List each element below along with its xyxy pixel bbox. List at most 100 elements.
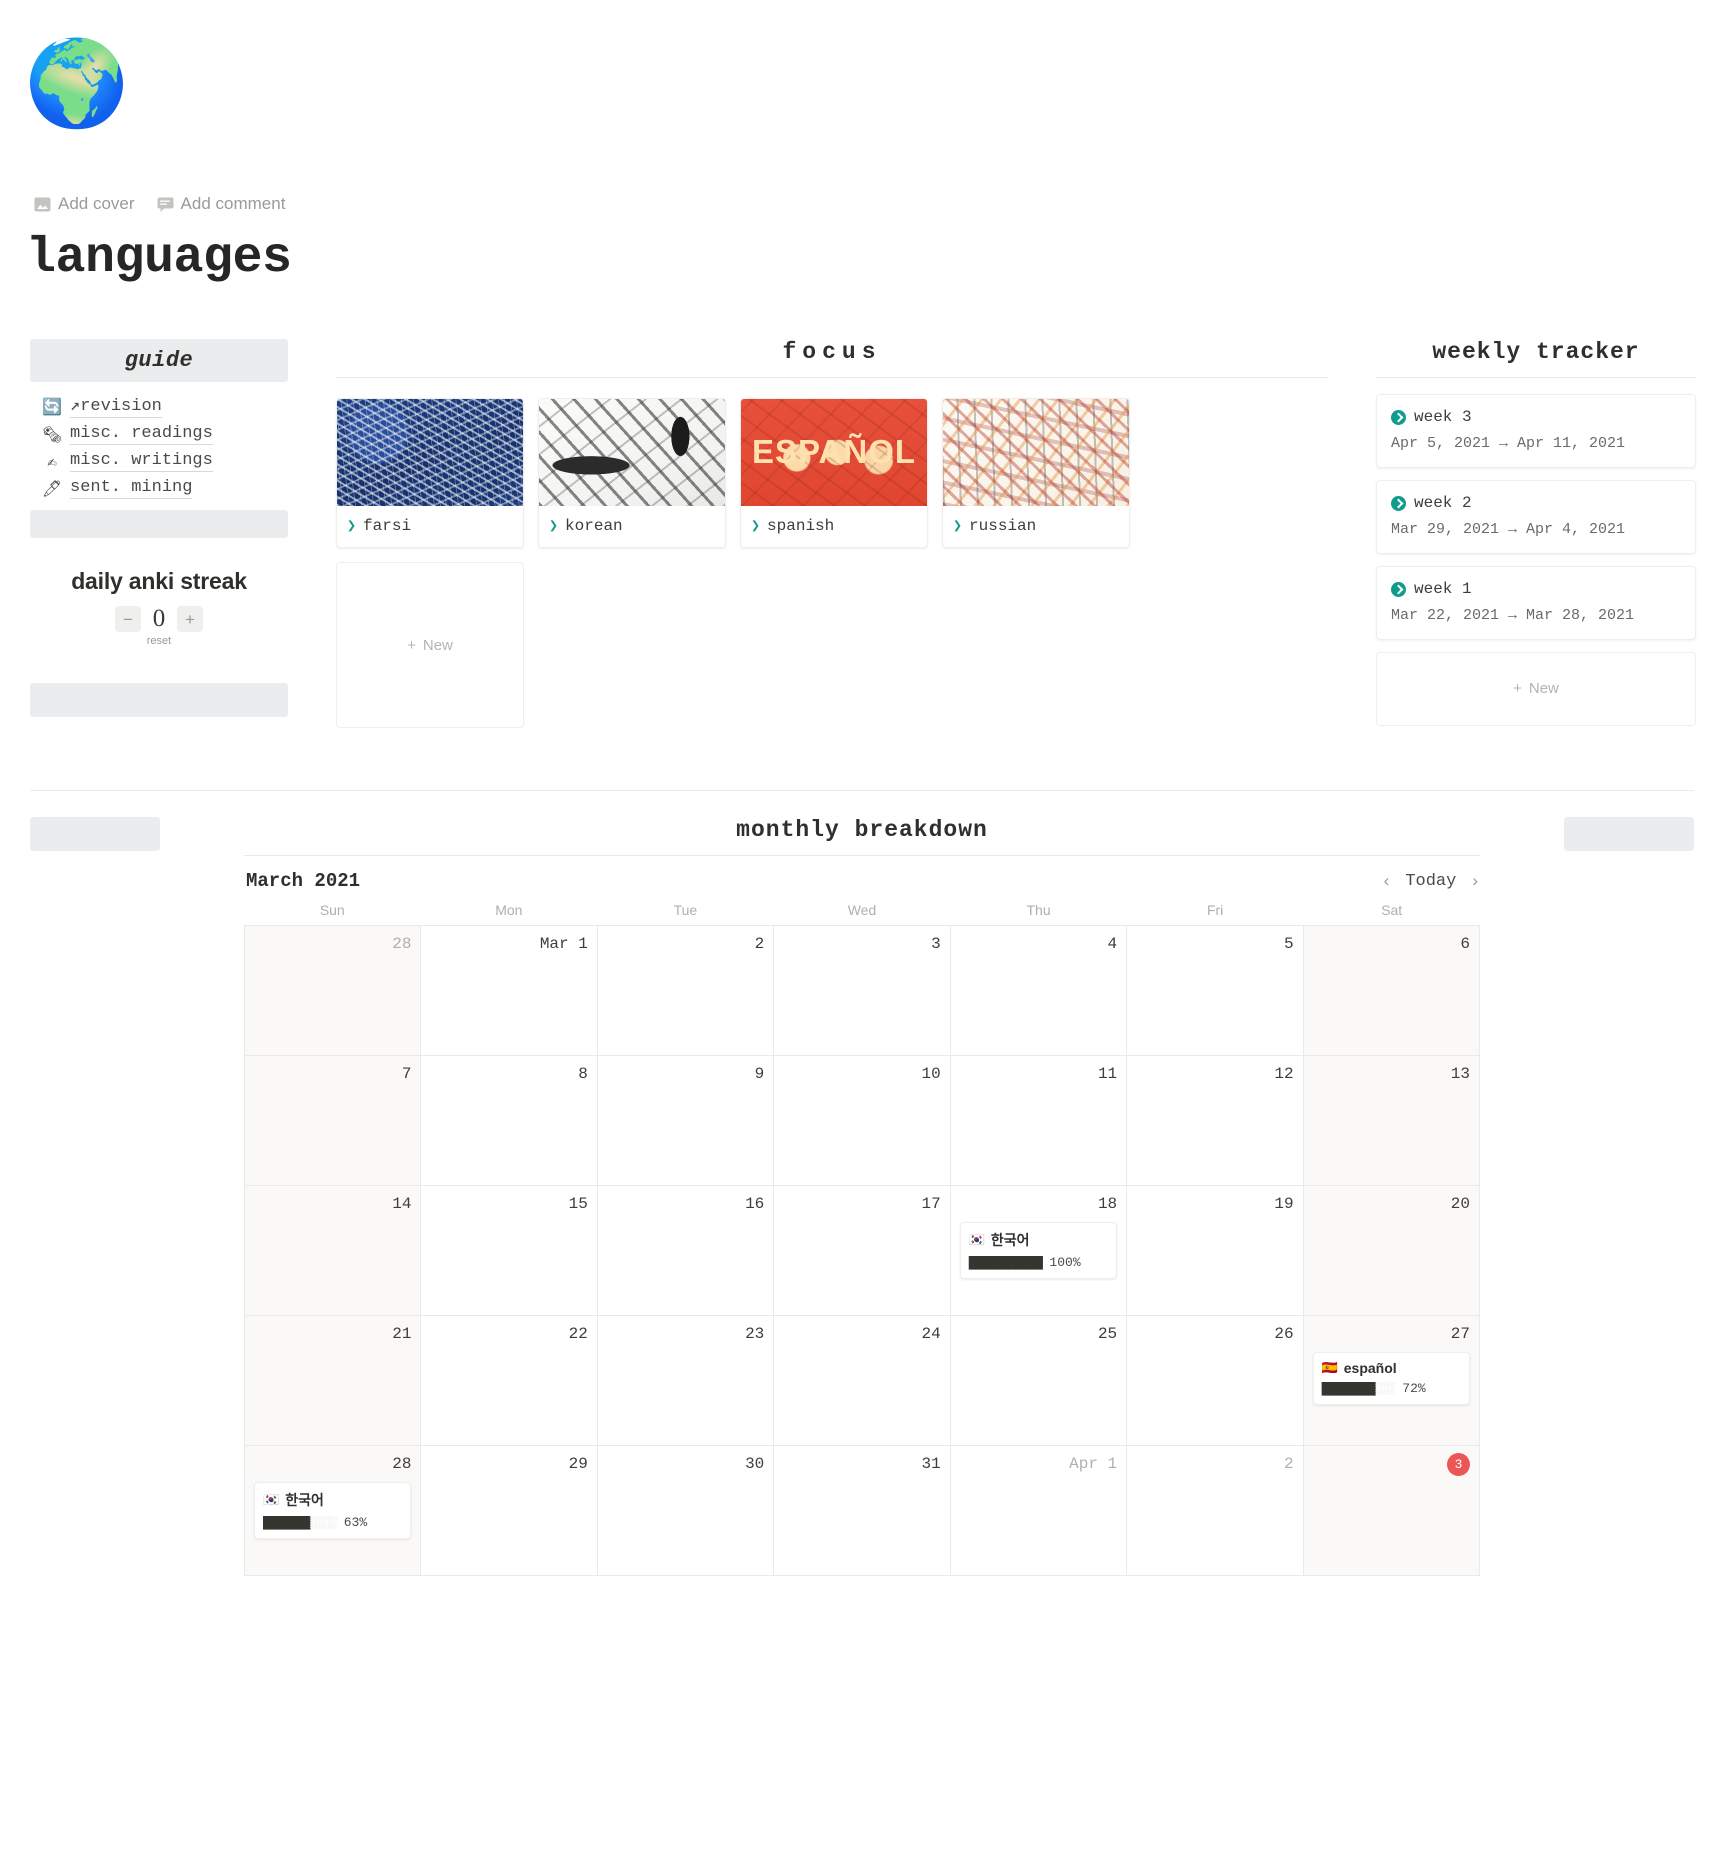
calendar-event-card[interactable]: 🇰🇷 한국어 ███████ ░░░░ 63% — [254, 1482, 412, 1539]
progress-bar-filled: ███████████ — [968, 1255, 1043, 1270]
calendar-day-cell[interactable]: Mar 1 — [421, 926, 598, 1056]
counter-reset-button[interactable]: reset — [30, 635, 288, 647]
calendar-next-button[interactable]: › — [1472, 871, 1478, 891]
calendar-day-cell[interactable]: 26 — [1127, 1316, 1304, 1446]
flag-icon: 🇪🇸 — [1321, 1360, 1338, 1375]
page-icon-globe-icon[interactable]: 🌍 — [25, 34, 130, 132]
calendar-day-cell[interactable]: 3 — [774, 926, 951, 1056]
calendar-day-number: 10 — [921, 1065, 941, 1083]
calendar-day-number: 8 — [578, 1065, 588, 1083]
calendar-event-card[interactable]: 🇰🇷 한국어 ███████████ 100% — [959, 1222, 1118, 1279]
page-header: 🌍 Add cover Add comment languages — [0, 0, 1724, 287]
counter-decrement-button[interactable]: − — [115, 606, 141, 632]
focus-new-card-button[interactable]: + New — [336, 562, 524, 728]
calendar-day-cell[interactable]: 12 — [1127, 1056, 1304, 1186]
calendar-day-cell[interactable]: 9 — [597, 1056, 775, 1186]
focus-new-label: New — [422, 636, 453, 654]
calendar-day-cell[interactable]: 15 — [421, 1186, 598, 1316]
calendar-day-cell[interactable]: 21 — [245, 1316, 422, 1446]
calendar-event-title-row: 🇪🇸 español — [1322, 1360, 1461, 1376]
new-card-row: + New — [407, 637, 453, 654]
calendar-day-number: 7 — [401, 1065, 412, 1083]
calendar-day-cell[interactable]: 2 — [1127, 1446, 1304, 1576]
calendar-day-cell[interactable]: 29 — [421, 1446, 598, 1576]
calendar-day-cell[interactable]: 6 — [1303, 926, 1480, 1056]
counter-increment-button[interactable]: + — [177, 606, 203, 632]
counter-value: 0 — [152, 605, 166, 632]
week-card-2[interactable]: week 2 Mar 29, 2021 → Apr 4, 2021 — [1376, 480, 1696, 554]
add-cover-button[interactable]: Add cover — [34, 194, 135, 214]
day-header-fri: Fri — [1206, 902, 1224, 918]
pen-icon: 🖊 — [42, 480, 63, 499]
calendar-day-cell[interactable]: 28 🇰🇷 한국어 ███████ ░░░░ 63% — [245, 1446, 422, 1576]
calendar-day-cell[interactable]: 18 🇰🇷 한국어 ███████████ 100% — [950, 1186, 1128, 1316]
weekly-tracker-list: week 3 Apr 5, 2021 → Apr 11, 2021 week 2… — [1376, 378, 1696, 726]
guide-item-sent-mining[interactable]: 🖊 sent. mining — [30, 475, 288, 502]
progress-percent-label: 63% — [343, 1515, 368, 1530]
calendar-day-cell[interactable]: Apr 1 — [950, 1446, 1128, 1576]
calendar-day-cell[interactable]: 28 — [245, 926, 422, 1056]
calendar-day-cell[interactable]: 30 — [597, 1446, 775, 1576]
guide-item-label: misc. writings — [70, 451, 213, 472]
calendar-day-cell[interactable]: 16 — [597, 1186, 775, 1316]
focus-card-spanish[interactable]: ❯ spanish — [740, 398, 928, 548]
guide-item-label: ↗revision — [70, 397, 162, 418]
progress-percent-label: 100% — [1049, 1255, 1081, 1270]
monthly-breakdown-heading: monthly breakdown — [736, 817, 988, 843]
guide-item-misc-readings[interactable]: 🗞 misc. readings — [30, 421, 288, 448]
focus-card-farsi[interactable]: ❯ farsi — [336, 398, 524, 548]
progress-bar: ████████ ░░░ — [1322, 1382, 1396, 1396]
calendar-day-cell[interactable]: 5 — [1127, 926, 1304, 1056]
writing-hand-icon: ✍ — [47, 453, 57, 472]
calendar-day-number: 11 — [1097, 1065, 1118, 1083]
calendar-day-cell[interactable]: 8 — [421, 1056, 598, 1186]
calendar-today-button[interactable]: Today — [1405, 872, 1456, 891]
guide-item-label: sent. mining — [70, 478, 193, 499]
calendar-day-cell[interactable]: 22 — [421, 1316, 598, 1446]
anki-streak-title: daily anki streak — [71, 568, 247, 594]
calendar-prev-button[interactable]: ‹ — [1384, 871, 1390, 891]
calendar-day-cell[interactable]: 17 — [774, 1186, 951, 1316]
focus-column: focus ❯ farsi ❯ korean ❯ — [288, 339, 1376, 728]
guide-title: guide — [124, 348, 194, 373]
calendar-event-title: 한국어 — [285, 1492, 324, 1508]
calendar-day-number: 24 — [921, 1325, 941, 1343]
weekly-tracker-new-button[interactable]: + New — [1376, 652, 1696, 726]
calendar-day-cell[interactable]: 7 — [245, 1056, 422, 1186]
calendar-day-cell[interactable]: 24 — [774, 1316, 951, 1446]
calendar-day-cell[interactable]: 23 — [597, 1316, 775, 1446]
calendar-toolbar: March 2021 ‹ Today › — [244, 855, 1480, 902]
calendar-day-number: Apr 1 — [1069, 1455, 1118, 1473]
calendar-day-cell[interactable]: 10 — [774, 1056, 951, 1186]
sidebar-placeholder-block-bottom — [30, 683, 288, 717]
calendar-day-cell[interactable]: 14 — [245, 1186, 422, 1316]
week-card-title-row: week 1 — [1391, 580, 1681, 598]
calendar-day-cell[interactable]: 4 — [950, 926, 1128, 1056]
add-comment-button[interactable]: Add comment — [157, 194, 285, 214]
week-card-1[interactable]: week 1 Mar 22, 2021 → Mar 28, 2021 — [1376, 566, 1696, 640]
flag-icon: 🇰🇷 — [263, 1492, 280, 1507]
calendar-event-card[interactable]: 🇪🇸 español ████████ ░░░ 72% — [1312, 1352, 1470, 1405]
guide-item-revision[interactable]: 🔄 ↗revision — [30, 392, 288, 421]
calendar-day-number: 4 — [1107, 935, 1118, 953]
calendar-day-cell[interactable]: 27 🇪🇸 español ████████ ░░░ 72% — [1303, 1316, 1480, 1446]
week-card-title: week 2 — [1414, 494, 1472, 512]
calendar-day-cell[interactable]: 11 — [950, 1056, 1128, 1186]
calendar-day-cell[interactable]: 2 — [597, 926, 775, 1056]
week-card-3[interactable]: week 3 Apr 5, 2021 → Apr 11, 2021 — [1376, 394, 1696, 468]
arrow-circle-icon — [1391, 409, 1406, 425]
calendar-day-cell[interactable]: 13 — [1303, 1056, 1480, 1186]
focus-card-label-row: ❯ spanish — [741, 506, 927, 547]
calendar-day-cell[interactable]: 3 — [1303, 1446, 1480, 1576]
calendar-day-cell[interactable]: 25 — [950, 1316, 1128, 1446]
focus-card-korean[interactable]: ❯ korean — [538, 398, 726, 548]
calendar-day-number: 26 — [1274, 1325, 1294, 1343]
focus-card-label: korean — [565, 516, 623, 535]
focus-card-russian[interactable]: ❯ russian — [942, 398, 1130, 548]
calendar-day-cell[interactable]: 31 — [774, 1446, 951, 1576]
korean-thumbnail-image — [539, 399, 725, 506]
guide-item-misc-writings[interactable]: ✍ misc. writings — [30, 448, 288, 475]
calendar-day-cell[interactable]: 19 — [1127, 1186, 1304, 1316]
page-title[interactable]: languages — [26, 230, 1724, 287]
calendar-day-cell[interactable]: 20 — [1303, 1186, 1480, 1316]
